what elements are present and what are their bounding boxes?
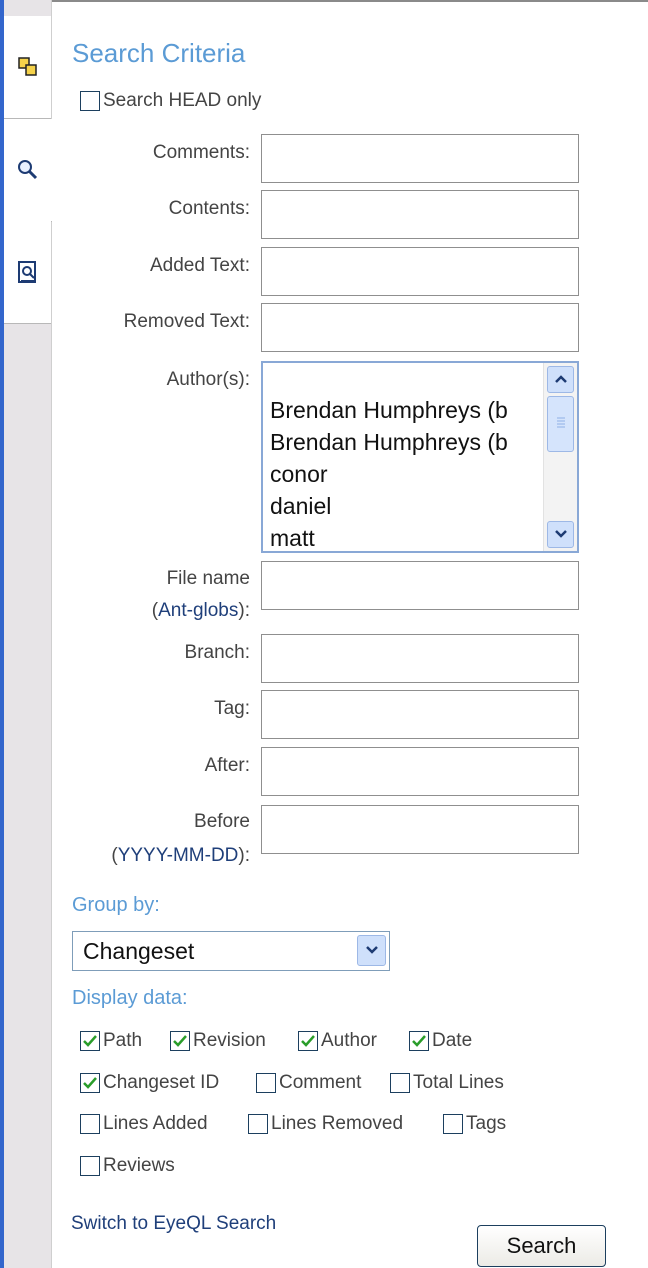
before-label: Before [194, 811, 250, 832]
display-option-comment[interactable]: Comment [256, 1072, 361, 1094]
authors-label: Author(s): [166, 369, 250, 390]
file-name-input[interactable] [261, 561, 579, 610]
revision-label: Revision [193, 1030, 266, 1051]
group-by-select[interactable]: Changeset [72, 931, 390, 971]
lines-removed-checkbox[interactable] [248, 1114, 268, 1134]
date-checkbox[interactable] [409, 1031, 429, 1051]
reviews-label: Reviews [103, 1155, 175, 1176]
ant-globs-link[interactable]: Ant-globs [158, 600, 238, 621]
head-only-checkbox[interactable] [80, 91, 100, 111]
sidebar [0, 0, 52, 1268]
revision-checkbox[interactable] [170, 1031, 190, 1051]
comments-label: Comments: [152, 142, 250, 163]
branch-label: Branch: [184, 642, 250, 663]
reviews-checkbox[interactable] [80, 1156, 100, 1176]
changeset-id-label: Changeset ID [103, 1072, 220, 1093]
author-option[interactable]: matt [270, 522, 508, 551]
path-checkbox[interactable] [80, 1031, 100, 1051]
before-hint: (YYYY-MM-DD): [111, 845, 250, 866]
author-option[interactable]: daniel [270, 490, 508, 522]
display-option-tags[interactable]: Tags [443, 1113, 506, 1135]
branch-input[interactable] [261, 634, 579, 683]
authors-listbox[interactable]: Brendan Humphreys (b Brendan Humphreys (… [261, 361, 579, 553]
comment-checkbox[interactable] [256, 1073, 276, 1093]
checkmark-icon [83, 1035, 97, 1047]
file-name-hint: (Ant-globs): [151, 600, 250, 621]
scroll-down-button[interactable] [547, 521, 574, 548]
chevron-up-icon [554, 371, 568, 389]
display-option-lines-added[interactable]: Lines Added [80, 1113, 208, 1135]
comments-input[interactable] [261, 134, 579, 183]
tag-label: Tag: [214, 698, 250, 719]
authors-scrollbar[interactable] [543, 363, 577, 551]
tag-input[interactable] [261, 690, 579, 739]
scroll-thumb[interactable] [547, 396, 574, 452]
switch-to-eyeql-link[interactable]: Switch to EyeQL Search [71, 1213, 276, 1235]
scroll-up-button[interactable] [547, 366, 574, 393]
display-option-revision[interactable]: Revision [170, 1030, 266, 1052]
display-option-author[interactable]: Author [298, 1030, 377, 1052]
head-only-label: Search HEAD only [103, 90, 262, 111]
checkmark-icon [173, 1035, 187, 1047]
tags-label: Tags [466, 1113, 507, 1134]
author-option[interactable]: Brendan Humphreys (b [270, 394, 508, 426]
author-label: Author [321, 1030, 377, 1051]
after-label: After: [204, 755, 250, 776]
total-lines-label: Total Lines [413, 1072, 504, 1093]
file-name-label: File name [166, 568, 250, 589]
lines-added-checkbox[interactable] [80, 1114, 100, 1134]
lines-removed-label: Lines Removed [271, 1113, 404, 1134]
after-input[interactable] [261, 747, 579, 796]
display-option-reviews[interactable]: Reviews [80, 1155, 175, 1177]
page-title: Search Criteria [72, 38, 246, 68]
lines-added-label: Lines Added [103, 1113, 208, 1134]
comment-label: Comment [279, 1072, 362, 1093]
search-button[interactable]: Search [477, 1225, 606, 1267]
contents-input[interactable] [261, 190, 579, 239]
tab-search[interactable] [4, 119, 52, 222]
date-format-link[interactable]: YYYY-MM-DD [118, 845, 239, 866]
grip-icon [556, 415, 566, 434]
added-text-input[interactable] [261, 247, 579, 296]
date-label: Date [432, 1030, 473, 1051]
group-by-heading: Group by: [72, 894, 160, 916]
checkmark-icon [412, 1035, 426, 1047]
checkmark-icon [83, 1077, 97, 1089]
author-option[interactable]: conor [270, 458, 508, 490]
tab-reviews[interactable] [4, 221, 51, 324]
author-option[interactable]: Brendan Humphreys (b [270, 426, 508, 458]
dropdown-button[interactable] [357, 935, 386, 966]
checkmark-icon [301, 1035, 315, 1047]
total-lines-checkbox[interactable] [390, 1073, 410, 1093]
path-label: Path [103, 1030, 143, 1051]
chevron-down-icon [365, 942, 379, 960]
chevron-down-icon [554, 526, 568, 544]
before-input[interactable] [261, 805, 579, 854]
tab-changesets[interactable] [4, 16, 51, 119]
author-checkbox[interactable] [298, 1031, 318, 1051]
changesets-icon [17, 56, 39, 78]
changeset-id-checkbox[interactable] [80, 1073, 100, 1093]
display-option-path[interactable]: Path [80, 1030, 142, 1052]
reviews-icon [16, 260, 40, 284]
display-option-changeset-id[interactable]: Changeset ID [80, 1072, 219, 1094]
display-option-lines-removed[interactable]: Lines Removed [248, 1113, 403, 1135]
display-option-total-lines[interactable]: Total Lines [390, 1072, 504, 1094]
contents-label: Contents: [168, 198, 250, 219]
search-icon [16, 158, 40, 182]
added-text-label: Added Text: [149, 255, 250, 276]
display-data-heading: Display data: [72, 987, 188, 1009]
display-option-date[interactable]: Date [409, 1030, 472, 1052]
removed-text-label: Removed Text: [123, 311, 250, 332]
group-by-value: Changeset [83, 938, 195, 964]
head-only-option[interactable]: Search HEAD only [80, 90, 261, 112]
top-border [0, 0, 648, 2]
removed-text-input[interactable] [261, 303, 579, 352]
tags-checkbox[interactable] [443, 1114, 463, 1134]
